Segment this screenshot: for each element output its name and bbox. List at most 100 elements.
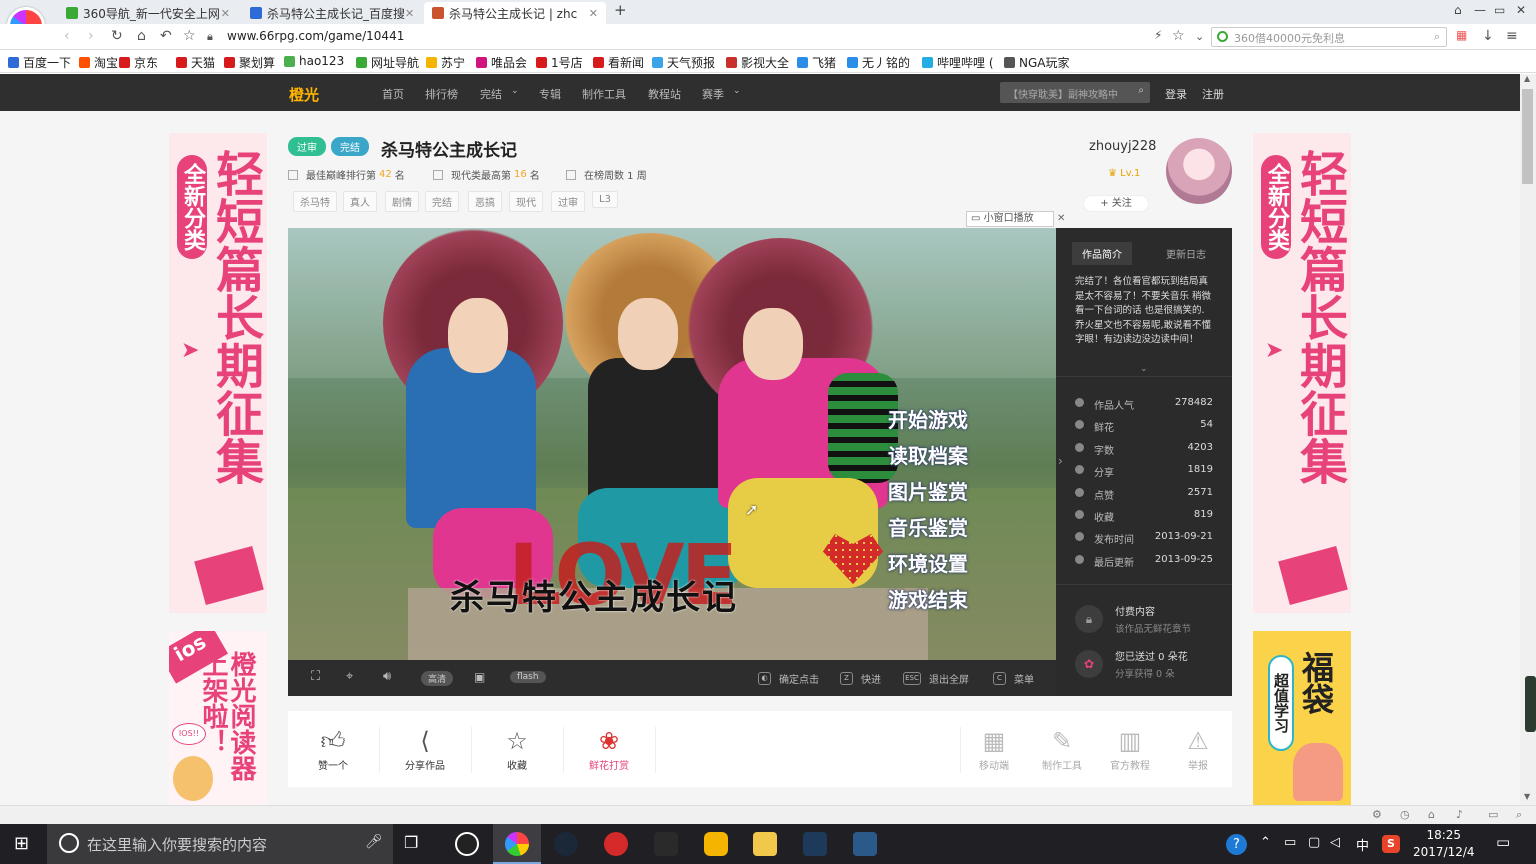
menu-gallery[interactable]: 图片鉴赏 [888,476,968,505]
bookmark-item[interactable]: 哔哩哔哩 ( [922,54,994,71]
back-icon[interactable]: ‹ [64,28,70,44]
bookmark-item[interactable]: 唯品会 [476,54,527,71]
nav-albums[interactable]: 专辑 [539,86,561,102]
bookmark-item[interactable]: hao123 [284,54,344,68]
bookmark-item[interactable]: 影视大全 [726,54,789,71]
flash-mode-toggle[interactable]: flash [510,671,546,683]
game-launcher-icon[interactable] [803,832,827,856]
tag-chip[interactable]: 真人 [343,191,377,212]
tab-update-log[interactable]: 更新日志 [1166,246,1206,261]
bookmark-item[interactable]: 天猫 [176,54,215,71]
windows-start-icon[interactable]: ⊞ [14,833,29,854]
game-stage[interactable]: LOVE 杀马特公主成长记 开始游戏 读取档案 图片鉴赏 音乐鉴赏 环境设置 游… [288,228,1056,660]
browser-tab[interactable]: 杀马特公主成长记_百度搜 ✕ [242,2,422,24]
tag-chip[interactable]: 现代 [509,191,543,212]
ad-banner-left-top[interactable]: 全新分类 轻短篇长期征集 ➤ [169,133,267,613]
volume-tray-icon[interactable]: ◁ [1330,835,1340,850]
menu-quit[interactable]: 游戏结束 [888,584,968,613]
undo-close-icon[interactable]: ↶ [160,28,172,44]
close-tab-icon[interactable]: ✕ [221,7,230,20]
apps-icon[interactable]: ▦ [1456,28,1467,42]
author-name[interactable]: zhouyj228 [1089,139,1156,154]
file-explorer-icon[interactable] [753,832,777,856]
bookmark-item[interactable]: 百度一下 [8,54,71,71]
sogou-ime-icon[interactable]: S [1382,835,1400,853]
gamepad-icon[interactable]: ▣ [474,670,485,684]
expand-chevron-icon[interactable]: ⌄ [1140,364,1148,374]
bookmark-item[interactable]: 天气预报 [652,54,715,71]
make-tool-button[interactable]: ✎ 制作工具 [1027,727,1097,772]
close-tab-icon[interactable]: ✕ [405,7,414,20]
scrollbar-thumb[interactable] [1522,89,1533,184]
editor-icon[interactable] [853,832,877,856]
gesture-app-icon[interactable] [704,832,728,856]
system-clock[interactable]: 18:25 2017/12/4 [1413,827,1475,861]
mobile-button[interactable]: ▦ 移动端 [959,727,1029,772]
favorite-button[interactable]: ☆ 收藏 [482,727,552,772]
refresh-icon[interactable]: ↻ [111,28,123,44]
scroll-down-icon[interactable]: ▼ [1524,792,1530,801]
bookmark-item[interactable]: 1号店 [536,54,583,71]
tab-intro[interactable]: 作品简介 [1072,242,1132,265]
nav-season[interactable]: 赛季 [702,86,724,102]
history-icon[interactable]: ◷ [1400,808,1410,821]
like-button[interactable]: 👍︎ 赞一个 [298,727,368,772]
flash-icon[interactable]: ⚡ [1154,28,1162,42]
ad-banner-right-bottom[interactable]: 超值学习 福袋 [1253,631,1351,805]
battery-icon[interactable]: ▭ [1284,835,1296,850]
bookmark-item[interactable]: 飞猪 [797,54,836,71]
side-widget-handle[interactable] [1525,676,1536,732]
home-icon[interactable]: ⌂ [137,28,146,44]
maximize-button[interactable]: ▭ [1494,3,1505,17]
dropdown-chevron-icon[interactable]: ⌄ [1195,30,1204,43]
menu-icon[interactable]: ≡ [1506,28,1518,44]
chevron-down-icon[interactable]: ⌄ [511,86,519,96]
zoom-icon[interactable]: ⌕ [1516,808,1522,822]
avatar[interactable] [1166,138,1232,204]
favorite-star-icon[interactable]: ☆ [183,28,196,44]
bookmark-item[interactable]: 网址导航 [356,54,419,71]
nav-tools[interactable]: 制作工具 [582,86,626,102]
qq-icon[interactable] [455,832,479,856]
tutorial-button[interactable]: ▥ 官方教程 [1095,727,1165,772]
nav-completed[interactable]: 完结 [480,86,502,102]
tag-chip[interactable]: 杀马特 [293,191,337,212]
close-icon[interactable]: ✕ [1057,212,1065,226]
close-tab-icon[interactable]: ✕ [589,7,598,20]
download-icon[interactable]: ↓ [1482,28,1494,44]
tag-chip[interactable]: 完结 [425,191,459,212]
security-lock-icon[interactable]: 🔒︎ [207,30,213,44]
url-field[interactable]: www.66rpg.com/game/10441 [227,29,404,43]
netease-music-icon[interactable] [604,832,628,856]
screenshot-icon[interactable]: ⌖ [346,669,353,684]
minimize-button[interactable]: — [1474,3,1486,17]
ad-banner-right-top[interactable]: 全新分类 轻短篇长期征集 ➤ [1253,133,1351,613]
menu-start-game[interactable]: 开始游戏 [888,404,968,433]
tag-chip[interactable]: L3 [592,191,618,208]
bookmark-star-icon[interactable]: ☆ [1172,28,1185,44]
login-link[interactable]: 登录 [1165,86,1187,102]
new-tab-button[interactable]: + [614,1,627,19]
flower-reward-button[interactable]: ❀ 鲜花打赏 [574,727,644,772]
browser-tab[interactable]: 360导航_新一代安全上网 ✕ [58,2,238,24]
bookmark-item[interactable]: 看新闻 [593,54,644,71]
tray-expand-icon[interactable]: ⌃ [1260,835,1271,850]
browser-search-input[interactable]: 360借40000元免利息 ⌕ [1211,27,1447,47]
follow-button[interactable]: + 关注 [1083,195,1149,212]
volume-icon[interactable]: 🔊︎ [383,669,391,684]
bookmark-item[interactable]: 京东 [119,54,158,71]
search-icon[interactable]: ⌕ [1138,85,1144,96]
microphone-icon[interactable]: 🎤︎ [365,834,383,850]
scroll-up-icon[interactable]: ▲ [1524,74,1530,83]
collapse-arrow-icon[interactable]: › [1058,454,1063,468]
menu-music[interactable]: 音乐鉴赏 [888,512,968,541]
skin-icon[interactable]: ⌂ [1454,3,1462,17]
close-window-button[interactable]: ✕ [1516,3,1526,17]
tag-chip[interactable]: 过审 [551,191,585,212]
quality-toggle[interactable]: 高清 [421,671,454,686]
site-logo[interactable]: 橙光 [289,84,319,105]
site-search-input[interactable]: 【快穿耽美】副神攻略中 ⌕ [1000,82,1150,103]
taskbar-360-browser-active[interactable] [493,824,541,864]
search-icon[interactable]: ⌕ [1434,30,1440,44]
popout-player-button[interactable]: ▭ 小窗口播放 ✕ [966,211,1065,227]
